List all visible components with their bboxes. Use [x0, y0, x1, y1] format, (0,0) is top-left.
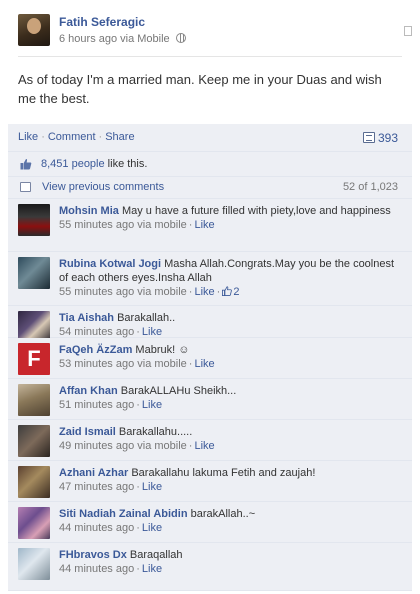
- comment-like-link[interactable]: Like: [194, 219, 214, 231]
- likes-row: 8,451 people like this.: [8, 152, 412, 177]
- comment-like-link[interactable]: Like: [142, 481, 162, 493]
- comment-text: Barakallah..: [117, 312, 176, 324]
- author-avatar[interactable]: [18, 14, 50, 46]
- comment-time[interactable]: 51 minutes ago: [59, 399, 134, 411]
- comment-time[interactable]: 55 minutes ago via mobile: [59, 219, 187, 231]
- post-time[interactable]: 6 hours ago via Mobile: [59, 33, 170, 45]
- comment-like-link[interactable]: Like: [194, 358, 214, 370]
- comment-time[interactable]: 55 minutes ago via mobile: [59, 286, 187, 298]
- post-meta: 6 hours ago via Mobile: [59, 33, 186, 45]
- comment-count-number: 393: [377, 131, 398, 145]
- comment-count[interactable]: 393: [362, 131, 398, 145]
- comment-meta: 51 minutes ago · Like: [59, 399, 163, 411]
- separator-dot: ·: [98, 131, 103, 143]
- comment-time[interactable]: 49 minutes ago via mobile: [59, 440, 187, 452]
- commenter-avatar[interactable]: F: [18, 343, 50, 375]
- like-link[interactable]: Like: [18, 131, 38, 143]
- commenter-name[interactable]: Rubina Kotwal Jogi: [59, 258, 161, 270]
- comment-time[interactable]: 47 minutes ago: [59, 481, 134, 493]
- commenter-avatar[interactable]: [18, 384, 50, 416]
- commenter-avatar[interactable]: [18, 204, 50, 236]
- comment-text: barakAllah..~: [190, 508, 256, 520]
- comment-likes-badge[interactable]: 2: [222, 286, 239, 298]
- likes-summary: 8,451 people like this.: [41, 158, 147, 170]
- comment-item: Siti Nadiah Zainal Abidin barakAllah..~ …: [8, 502, 412, 543]
- thumbs-up-icon: [222, 286, 233, 296]
- status-text: As of today I'm a married man. Keep me i…: [18, 72, 382, 106]
- comment-meta: 55 minutes ago via mobile · Like · 2: [59, 286, 240, 298]
- comment-text: Mabruk! ☺: [135, 344, 190, 356]
- comment-time[interactable]: 53 minutes ago via mobile: [59, 358, 187, 370]
- commenter-avatar[interactable]: [18, 466, 50, 498]
- comments-position: 52 of 1,023: [342, 181, 398, 193]
- comment-meta: 53 minutes ago via mobile · Like: [59, 358, 215, 370]
- comment-meta: 44 minutes ago · Like: [59, 563, 163, 575]
- globe-icon: [175, 33, 186, 43]
- comment-time[interactable]: 44 minutes ago: [59, 563, 134, 575]
- view-previous-comments-link[interactable]: View previous comments: [42, 181, 164, 193]
- comment-text: Barakallahu.....: [118, 426, 193, 438]
- commenter-name[interactable]: Tia Aishah: [59, 312, 114, 324]
- likes-count[interactable]: 8,451 people: [41, 158, 105, 170]
- comment-link[interactable]: Comment: [48, 131, 96, 143]
- comment-meta: 54 minutes ago · Like: [59, 326, 163, 338]
- likes-suffix: like this.: [104, 158, 148, 170]
- comment-likes-count: 2: [233, 286, 240, 298]
- previous-comments-row: View previous comments 52 of 1,023: [8, 177, 412, 199]
- avatar-letter: F: [27, 346, 41, 371]
- previous-comments-icon: [20, 182, 31, 192]
- separator-dot: ·: [41, 131, 45, 143]
- commenter-name[interactable]: Zaid Ismail: [59, 426, 116, 438]
- comment-like-link[interactable]: Like: [142, 399, 162, 411]
- comment-like-link[interactable]: Like: [142, 326, 162, 338]
- comment-time[interactable]: 54 minutes ago: [59, 326, 134, 338]
- post-header: Fatih Seferagic 6 hours ago via Mobile: [18, 14, 398, 50]
- commenter-name[interactable]: FHbravos Dx: [59, 549, 127, 561]
- comment-like-link[interactable]: Like: [142, 563, 162, 575]
- comment-like-link[interactable]: Like: [194, 440, 214, 452]
- header-divider: [18, 56, 402, 57]
- share-link[interactable]: Share: [105, 131, 134, 143]
- comment-item: Tia Aishah Barakallah.. 54 minutes ago · L…: [8, 306, 412, 343]
- thumbs-up-icon: [20, 158, 32, 170]
- comment-item: F FaQeh ÄzZam Mabruk! ☺ 53 minutes ago v…: [8, 338, 412, 379]
- commenter-name[interactable]: Affan Khan: [59, 385, 118, 397]
- comment-item: Affan Khan BarakALLAHu Sheikh... 51 minu…: [8, 379, 412, 420]
- comment-item: Rubina Kotwal Jogi Masha Allah.Congrats.…: [8, 252, 412, 306]
- commenter-name[interactable]: FaQeh ÄzZam: [59, 344, 132, 356]
- commenter-name[interactable]: Mohsin Mia: [59, 205, 119, 217]
- comment-meta: 44 minutes ago · Like: [59, 522, 163, 534]
- comment-text: BarakALLAHu Sheikh...: [120, 385, 237, 397]
- comment-like-link[interactable]: Like: [142, 522, 162, 534]
- commenter-avatar[interactable]: [18, 425, 50, 457]
- comment-item: Mohsin Mia May u have a future filled wi…: [8, 199, 412, 252]
- commenter-name[interactable]: Siti Nadiah Zainal Abidin: [59, 508, 188, 520]
- comment-meta: 55 minutes ago via mobile · Like: [59, 219, 215, 231]
- commenter-avatar[interactable]: [18, 257, 50, 289]
- commenter-avatar[interactable]: [18, 548, 50, 580]
- comment-meta: 47 minutes ago · Like: [59, 481, 163, 493]
- comment-meta: 49 minutes ago via mobile · Like: [59, 440, 215, 452]
- comment-list: Mohsin Mia May u have a future filled wi…: [8, 199, 412, 591]
- comment-bubble-icon: [362, 132, 375, 143]
- scrollbar-handle[interactable]: [404, 26, 412, 36]
- actions-bar: Like · Comment · Share 393: [8, 124, 412, 152]
- comment-time[interactable]: 44 minutes ago: [59, 522, 134, 534]
- comment-text: Barakallahu lakuma Fetih and zaujah!: [131, 467, 316, 479]
- comment-text: May u have a future filled with piety,lo…: [121, 205, 391, 217]
- commenter-avatar[interactable]: [18, 507, 50, 539]
- comment-like-link[interactable]: Like: [194, 286, 214, 298]
- comment-item: FHbravos Dx Baraqallah 44 minutes ago · Li…: [8, 543, 412, 591]
- comment-item: Azhani Azhar Barakallahu lakuma Fetih an…: [8, 461, 412, 502]
- comment-text: Baraqallah: [129, 549, 183, 561]
- commenter-name[interactable]: Azhani Azhar: [59, 467, 128, 479]
- author-name[interactable]: Fatih Seferagic: [59, 15, 145, 29]
- facebook-post: Fatih Seferagic 6 hours ago via Mobile A…: [8, 0, 412, 594]
- comment-item: Zaid Ismail Barakallahu..... 49 minutes …: [8, 420, 412, 461]
